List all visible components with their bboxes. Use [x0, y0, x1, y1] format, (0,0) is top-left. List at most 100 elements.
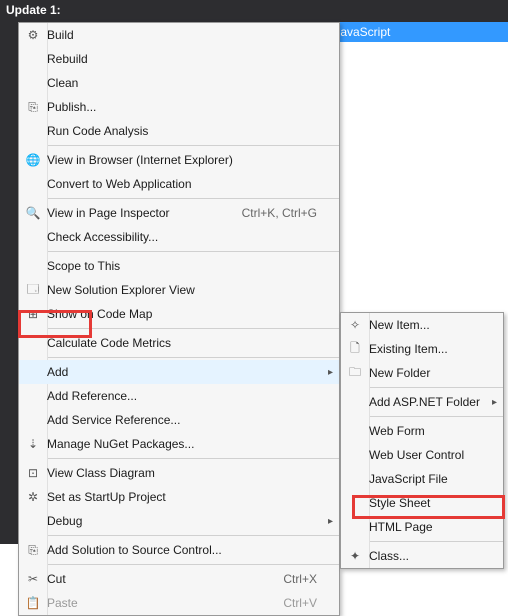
menu-item[interactable]: HTML Page — [341, 515, 503, 539]
window-header: Update 1: — [0, 0, 508, 22]
cut-icon: ✂ — [19, 567, 47, 591]
blank-icon — [19, 408, 47, 432]
menu-item[interactable]: Calculate Code Metrics — [19, 331, 339, 355]
menu-item[interactable]: Clean — [19, 71, 339, 95]
menu-item[interactable]: Run Code Analysis — [19, 119, 339, 143]
menu-item-label: Web User Control — [369, 448, 481, 462]
menu-item-label: Cut — [47, 572, 263, 586]
menu-item-label: Run Code Analysis — [47, 124, 317, 138]
blank-icon — [19, 225, 47, 249]
menu-item[interactable]: Scope to This — [19, 254, 339, 278]
menu-item[interactable]: 🔍View in Page InspectorCtrl+K, Ctrl+G — [19, 201, 339, 225]
menu-item[interactable]: 🌐View in Browser (Internet Explorer) — [19, 148, 339, 172]
menu-item[interactable]: ⇣Manage NuGet Packages... — [19, 432, 339, 456]
menu-item[interactable]: ✲Set as StartUp Project — [19, 485, 339, 509]
menu-item-label: Style Sheet — [369, 496, 481, 510]
menu-item[interactable]: Add ▸ — [19, 360, 339, 384]
menu-separator — [369, 387, 503, 388]
menu-item-label: View Class Diagram — [47, 466, 317, 480]
menu-item-label: Debug — [47, 514, 317, 528]
menu-item-label: New Folder — [369, 366, 481, 380]
sourcectrl-icon: ⎘ — [19, 538, 47, 562]
class-icon: ✦ — [341, 544, 369, 568]
blank-icon — [19, 71, 47, 95]
menu-item[interactable]: Add Service Reference... — [19, 408, 339, 432]
menu-item-label: Add Service Reference... — [47, 413, 317, 427]
menu-item[interactable]: Web Form — [341, 419, 503, 443]
menu-item-label: View in Page Inspector — [47, 206, 222, 220]
folder-icon: 🗀 — [341, 361, 369, 385]
menu-separator — [47, 328, 339, 329]
blank-icon — [341, 467, 369, 491]
menu-item[interactable]: 🗀New Folder — [341, 361, 503, 385]
submenu-arrow-icon: ▸ — [492, 397, 497, 408]
menu-item[interactable]: Add ASP.NET Folder ▸ — [341, 390, 503, 414]
menu-item[interactable]: 🗋Existing Item... — [341, 337, 503, 361]
menu-item[interactable]: ✂CutCtrl+X — [19, 567, 339, 591]
blank-icon — [19, 47, 47, 71]
submenu-arrow-icon: ▸ — [328, 367, 333, 378]
blank-icon — [19, 119, 47, 143]
blank-icon — [341, 515, 369, 539]
menu-item-label: Manage NuGet Packages... — [47, 437, 317, 451]
menu-item-label: JavaScript File — [369, 472, 481, 486]
menu-item[interactable]: Check Accessibility... — [19, 225, 339, 249]
menu-item-label: Scope to This — [47, 259, 317, 273]
menu-item[interactable]: ⎘Add Solution to Source Control... — [19, 538, 339, 562]
blank-icon — [341, 491, 369, 515]
menu-item-shortcut: Ctrl+X — [263, 572, 317, 586]
menu-item-label: Convert to Web Application — [47, 177, 317, 191]
menu-item-label: Class... — [369, 549, 481, 563]
menu-item-label: View in Browser (Internet Explorer) — [47, 153, 317, 167]
menu-item[interactable]: 🗔New Solution Explorer View — [19, 278, 339, 302]
menu-item-label: Add ASP.NET Folder — [369, 395, 481, 409]
menu-item-label: Set as StartUp Project — [47, 490, 317, 504]
menu-separator — [47, 145, 339, 146]
menu-item-label: Show on Code Map — [47, 307, 317, 321]
menu-item-shortcut: Ctrl+K, Ctrl+G — [222, 206, 317, 220]
existitem-icon: 🗋 — [341, 337, 369, 361]
blank-icon — [341, 390, 369, 414]
menu-item-label: Add — [47, 365, 317, 379]
menu-item-label: Rebuild — [47, 52, 317, 66]
menu-item-label: New Solution Explorer View — [47, 283, 317, 297]
context-menu[interactable]: ⚙BuildRebuildClean⎘Publish...Run Code An… — [18, 22, 340, 616]
menu-item-label: Add Reference... — [47, 389, 317, 403]
add-submenu[interactable]: ✧New Item...🗋Existing Item...🗀New Folder… — [340, 312, 504, 569]
blank-icon — [341, 419, 369, 443]
menu-item[interactable]: Add Reference... — [19, 384, 339, 408]
blank-icon — [19, 172, 47, 196]
codemap-icon: ⊞ — [19, 302, 47, 326]
left-tool-strip — [0, 22, 18, 544]
menu-separator — [369, 416, 503, 417]
menu-separator — [47, 198, 339, 199]
menu-item[interactable]: ⊡View Class Diagram — [19, 461, 339, 485]
menu-separator — [47, 535, 339, 536]
inspector-icon: 🔍 — [19, 201, 47, 225]
menu-separator — [47, 251, 339, 252]
menu-item[interactable]: ⎘Publish... — [19, 95, 339, 119]
blank-icon — [341, 443, 369, 467]
menu-item[interactable]: Web User Control — [341, 443, 503, 467]
menu-item-label: Paste — [47, 596, 263, 610]
menu-item-label: HTML Page — [369, 520, 481, 534]
menu-item[interactable]: Style Sheet — [341, 491, 503, 515]
menu-item-label: New Item... — [369, 318, 481, 332]
menu-item[interactable]: Convert to Web Application — [19, 172, 339, 196]
menu-separator — [47, 458, 339, 459]
menu-item-label: Existing Item... — [369, 342, 481, 356]
menu-item[interactable]: ✧New Item... — [341, 313, 503, 337]
menu-separator — [47, 357, 339, 358]
menu-item[interactable]: ✦Class... — [341, 544, 503, 568]
menu-item-shortcut: Ctrl+V — [263, 596, 317, 610]
blank-icon — [19, 360, 47, 384]
menu-item[interactable]: ⚙Build — [19, 23, 339, 47]
menu-item[interactable]: JavaScript File — [341, 467, 503, 491]
newview-icon: 🗔 — [19, 278, 47, 302]
menu-item-label: Check Accessibility... — [47, 230, 317, 244]
menu-item-label: Publish... — [47, 100, 317, 114]
menu-item[interactable]: Debug▸ — [19, 509, 339, 533]
menu-item[interactable]: Rebuild — [19, 47, 339, 71]
browser-icon: 🌐 — [19, 148, 47, 172]
menu-item[interactable]: ⊞Show on Code Map — [19, 302, 339, 326]
